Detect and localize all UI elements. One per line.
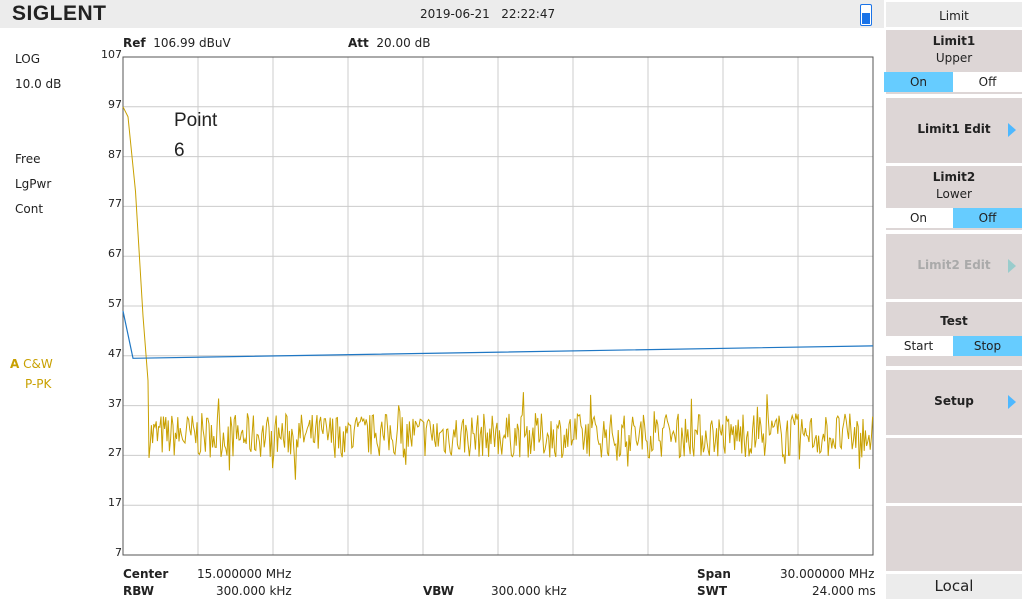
setup-label: Setup	[934, 394, 974, 408]
limit2-toggle[interactable]: OnOff	[884, 208, 1022, 228]
limit2-edit-button[interactable]: Limit2 Edit	[886, 234, 1022, 299]
limit1-off[interactable]: Off	[953, 72, 1022, 92]
test-stop[interactable]: Stop	[953, 336, 1022, 356]
vbw: VBW300.000 kHz	[423, 584, 454, 598]
center-freq: Center15.000000 MHz	[123, 567, 168, 581]
test-start[interactable]: Start	[884, 336, 953, 356]
limit1-sub: Upper	[886, 51, 1022, 65]
empty-softkey	[886, 506, 1022, 571]
softkey-panel: Limit Limit1 Upper OnOff Limit1 Edit Lim…	[884, 0, 1024, 600]
limit1-label: Limit1	[886, 34, 1022, 48]
setup-button[interactable]: Setup	[886, 370, 1022, 435]
limit2-edit-label: Limit2 Edit	[917, 258, 990, 272]
limit2-on[interactable]: On	[884, 208, 953, 228]
limit1-edit-button[interactable]: Limit1 Edit	[886, 98, 1022, 163]
rbw: RBW300.000 kHz	[123, 584, 154, 598]
annotation: Point6	[174, 106, 217, 166]
swt: SWT24.000 ms	[697, 584, 727, 598]
limit2-softkey[interactable]: Limit2 Lower OnOff	[886, 166, 1022, 230]
limit2-sub: Lower	[886, 187, 1022, 201]
arrow-right-icon	[1008, 259, 1016, 273]
limit1-toggle[interactable]: OnOff	[884, 72, 1022, 92]
limit1-on[interactable]: On	[884, 72, 953, 92]
test-toggle[interactable]: StartStop	[884, 336, 1022, 356]
arrow-right-icon	[1008, 123, 1016, 137]
menu-title: Limit	[886, 2, 1022, 27]
limit2-label: Limit2	[886, 170, 1022, 184]
limit2-off[interactable]: Off	[953, 208, 1022, 228]
limit1-edit-label: Limit1 Edit	[917, 122, 990, 136]
span: Span30.000000 MHz	[697, 567, 731, 581]
local-button[interactable]: Local	[886, 574, 1022, 599]
empty-softkey	[886, 438, 1022, 503]
spectrum-plot	[0, 0, 884, 600]
arrow-right-icon	[1008, 395, 1016, 409]
test-softkey[interactable]: Test StartStop	[886, 302, 1022, 366]
limit1-softkey[interactable]: Limit1 Upper OnOff	[886, 30, 1022, 94]
test-label: Test	[886, 314, 1022, 328]
